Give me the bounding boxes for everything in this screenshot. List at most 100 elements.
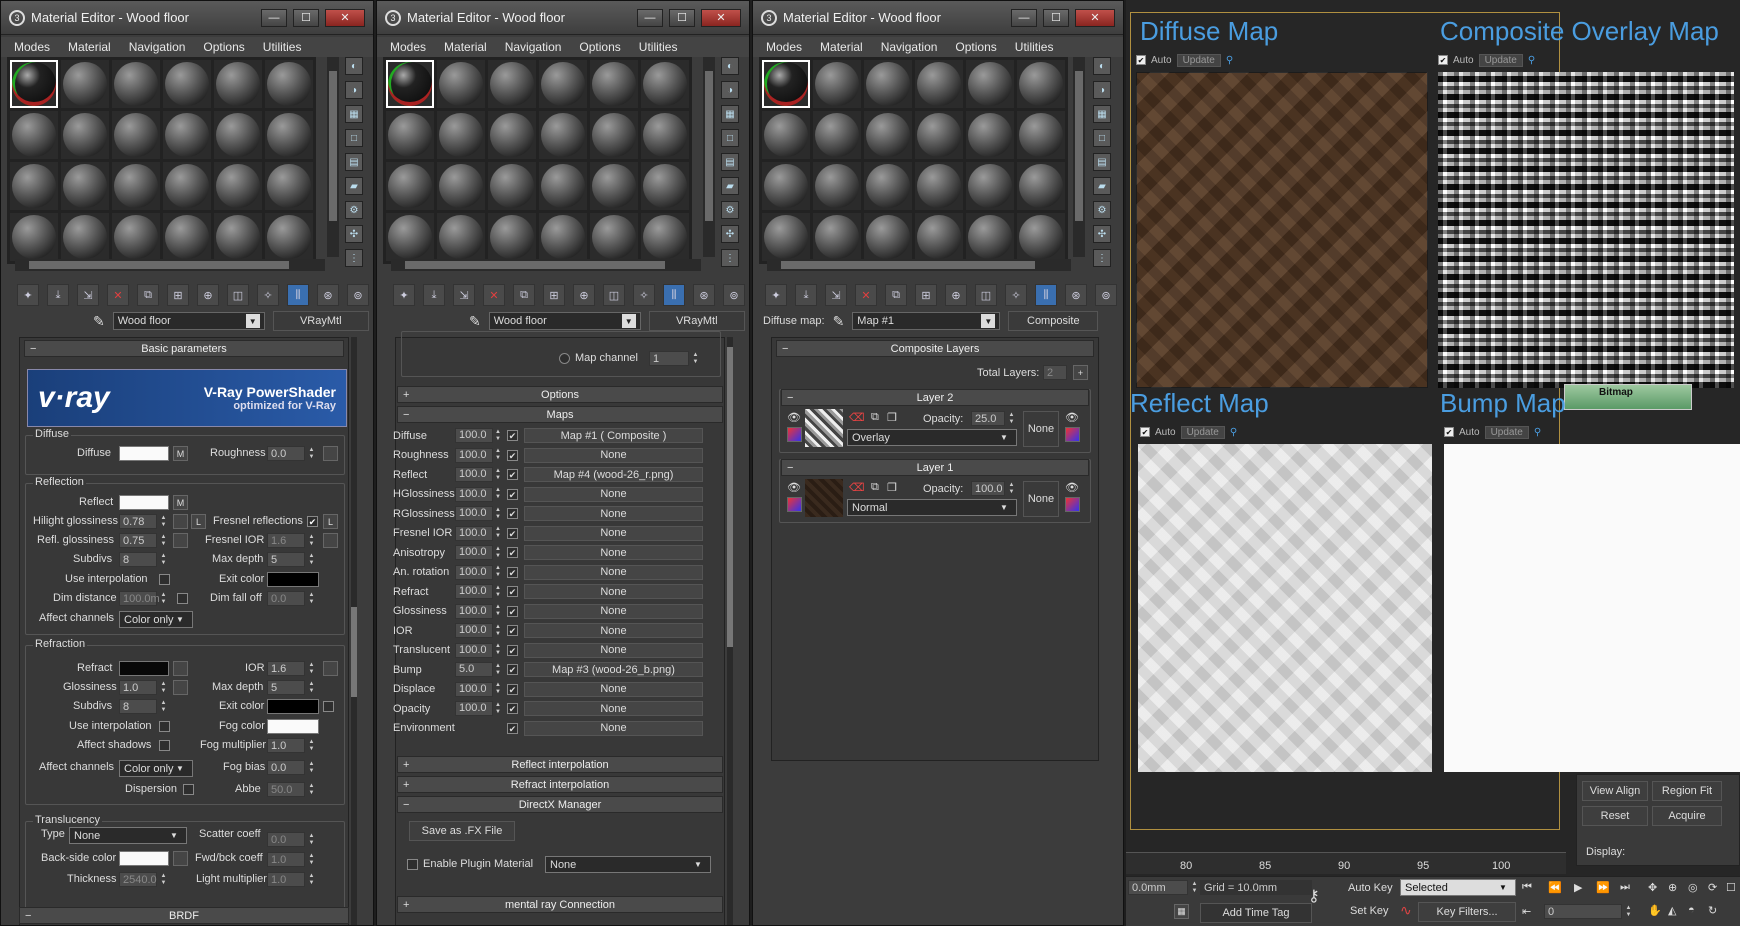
next-frame-icon[interactable]: ⏩ bbox=[1596, 881, 1610, 894]
refl-gloss-map-button[interactable] bbox=[173, 533, 188, 548]
map-slot-button[interactable]: None bbox=[524, 447, 703, 463]
fresnel-ior-input[interactable]: 1.6 bbox=[267, 533, 305, 548]
fwd-bck-coeff-input[interactable]: 1.0 bbox=[267, 852, 305, 867]
sample-slot[interactable] bbox=[488, 162, 536, 210]
map-slot-button[interactable]: None bbox=[524, 525, 703, 541]
walkthrough-icon[interactable]: ◭ bbox=[1668, 904, 1676, 917]
sample-slot[interactable] bbox=[163, 162, 211, 210]
use-interpolation-checkbox[interactable] bbox=[159, 574, 170, 585]
layer-1-visibility-icon[interactable]: 👁 bbox=[787, 481, 801, 494]
back-side-color-swatch[interactable] bbox=[119, 851, 169, 866]
sample-slot[interactable] bbox=[864, 111, 912, 159]
reflect-interpolation-rollout[interactable]: + Reflect interpolation bbox=[397, 756, 723, 773]
sample-slot[interactable] bbox=[762, 111, 810, 159]
assign-to-selection-icon[interactable]: ⇲ bbox=[77, 284, 99, 306]
sample-slot[interactable] bbox=[966, 60, 1014, 108]
map-amount-spinner[interactable]: ▲ ▼ bbox=[493, 604, 503, 618]
subdivs-input[interactable]: 8 bbox=[119, 552, 157, 567]
go-to-parent-icon[interactable]: ⫼ bbox=[287, 284, 309, 306]
translucency-type-select[interactable]: None ▼ bbox=[69, 827, 187, 844]
menu-material[interactable]: Material bbox=[437, 40, 494, 54]
roughness-spinner[interactable]: ▲ ▼ bbox=[307, 446, 316, 461]
sample-slot[interactable] bbox=[437, 213, 485, 261]
map-amount-spinner[interactable]: ▲ ▼ bbox=[493, 429, 503, 443]
layer-1-opacity-input[interactable]: 100.0 bbox=[971, 481, 1005, 496]
sample-slot[interactable] bbox=[590, 162, 638, 210]
sample-slot[interactable] bbox=[163, 60, 211, 108]
refraction-exit-color-checkbox[interactable] bbox=[323, 701, 334, 712]
map-amount-input[interactable]: 100.0 bbox=[455, 701, 493, 716]
get-material-icon[interactable]: ✦ bbox=[765, 284, 787, 306]
material-navigator-icon[interactable]: ⋮ bbox=[721, 249, 739, 267]
dim-falloff-spinner[interactable]: ▲ ▼ bbox=[307, 591, 316, 606]
slots-hscroll[interactable] bbox=[15, 259, 325, 271]
bump-pin-icon[interactable]: ⚲ bbox=[1534, 427, 1541, 438]
show-map-icon[interactable]: ◫ bbox=[975, 284, 997, 306]
brdf-rollout[interactable]: − BRDF bbox=[19, 907, 349, 924]
dim-falloff-input[interactable]: 0.0 bbox=[267, 591, 305, 606]
layer-1-blend-mode-select[interactable]: Normal ▼ bbox=[847, 499, 1017, 516]
sample-slot[interactable] bbox=[61, 213, 109, 261]
show-end-result-icon[interactable]: ✧ bbox=[633, 284, 655, 306]
menu-material[interactable]: Material bbox=[61, 40, 118, 54]
glossiness-spinner[interactable]: ▲ ▼ bbox=[159, 680, 168, 695]
add-layer-icon[interactable]: + bbox=[1073, 365, 1088, 380]
map-amount-spinner[interactable]: ▲ ▼ bbox=[493, 546, 503, 560]
subdivs-spinner[interactable]: ▲ ▼ bbox=[159, 552, 168, 567]
layer-2-rollout[interactable]: − Layer 2 bbox=[781, 389, 1089, 406]
reflect-pin-icon[interactable]: ⚲ bbox=[1230, 427, 1237, 438]
menu-material[interactable]: Material bbox=[813, 40, 870, 54]
sample-slot[interactable] bbox=[1017, 162, 1065, 210]
refraction-subdivs-input[interactable]: 8 bbox=[119, 699, 157, 714]
background-icon[interactable]: ▦ bbox=[1093, 105, 1111, 123]
sample-slot[interactable] bbox=[214, 60, 262, 108]
layer-1-mask-visibility-icon[interactable]: 👁 bbox=[1065, 481, 1079, 494]
map-enable-checkbox[interactable]: ✔ bbox=[507, 683, 518, 695]
sample-slot[interactable] bbox=[641, 213, 689, 261]
map-enable-checkbox[interactable]: ✔ bbox=[507, 547, 518, 558]
sample-slot[interactable] bbox=[265, 162, 313, 210]
map-enable-checkbox[interactable]: ✔ bbox=[507, 488, 518, 500]
sample-slot[interactable] bbox=[112, 60, 160, 108]
uv-tiling-icon[interactable]: □ bbox=[721, 129, 739, 147]
fresnel-ior-map-button[interactable] bbox=[323, 533, 338, 548]
map-slot-button[interactable]: None bbox=[524, 642, 703, 658]
hilight-map-button[interactable] bbox=[173, 514, 188, 529]
layer-2-duplicate-icon[interactable]: ⧉ bbox=[871, 411, 879, 424]
ior-input[interactable]: 1.6 bbox=[267, 661, 305, 676]
refraction-max-depth-input[interactable]: 5 bbox=[267, 680, 305, 695]
video-color-icon[interactable]: ▤ bbox=[1093, 153, 1111, 171]
map-slot-button[interactable]: None bbox=[524, 486, 703, 502]
map-amount-spinner[interactable]: ▲ ▼ bbox=[493, 468, 503, 482]
sample-slot[interactable] bbox=[539, 111, 587, 159]
layer-1-copy-icon[interactable]: ❐ bbox=[887, 481, 897, 494]
menu-navigation[interactable]: Navigation bbox=[874, 40, 945, 54]
layer-1-mask-button[interactable]: None bbox=[1023, 481, 1059, 517]
map-amount-spinner[interactable]: ▲ ▼ bbox=[493, 702, 503, 716]
roughness-map-button[interactable] bbox=[323, 446, 338, 461]
layer-2-opacity-spinner[interactable]: ▲ ▼ bbox=[1007, 411, 1016, 426]
menu-modes[interactable]: Modes bbox=[7, 40, 57, 54]
map-amount-input[interactable]: 100.0 bbox=[455, 564, 493, 580]
diffuse-map-button[interactable]: M bbox=[173, 446, 188, 461]
make-preview-icon[interactable]: ▰ bbox=[721, 177, 739, 195]
sample-slot[interactable] bbox=[488, 213, 536, 261]
layer-2-thumbnail[interactable] bbox=[805, 409, 843, 447]
back-side-map-button[interactable] bbox=[173, 851, 188, 866]
select-by-material-icon[interactable]: ✣ bbox=[1093, 225, 1111, 243]
key-selection-select[interactable]: Selected ▼ bbox=[1400, 879, 1516, 896]
thickness-input[interactable]: 2540.0 bbox=[119, 872, 157, 887]
scatter-coeff-spinner[interactable]: ▲ ▼ bbox=[307, 832, 316, 847]
material-navigator-icon[interactable]: ⋮ bbox=[1093, 249, 1111, 267]
map-enable-checkbox[interactable]: ✔ bbox=[507, 625, 518, 636]
fresnel-ior-spinner[interactable]: ▲ ▼ bbox=[307, 533, 316, 548]
sample-slot[interactable] bbox=[265, 60, 313, 108]
sample-slot[interactable] bbox=[112, 213, 160, 261]
auto-key-label[interactable]: Auto Key bbox=[1348, 882, 1393, 894]
sample-slot[interactable] bbox=[265, 213, 313, 261]
get-material-icon[interactable]: ✦ bbox=[393, 284, 415, 306]
map-slot-button[interactable]: None bbox=[524, 564, 703, 580]
maps-vscroll[interactable] bbox=[727, 337, 733, 925]
sample-slot[interactable] bbox=[61, 162, 109, 210]
uv-tiling-icon[interactable]: □ bbox=[1093, 129, 1111, 147]
